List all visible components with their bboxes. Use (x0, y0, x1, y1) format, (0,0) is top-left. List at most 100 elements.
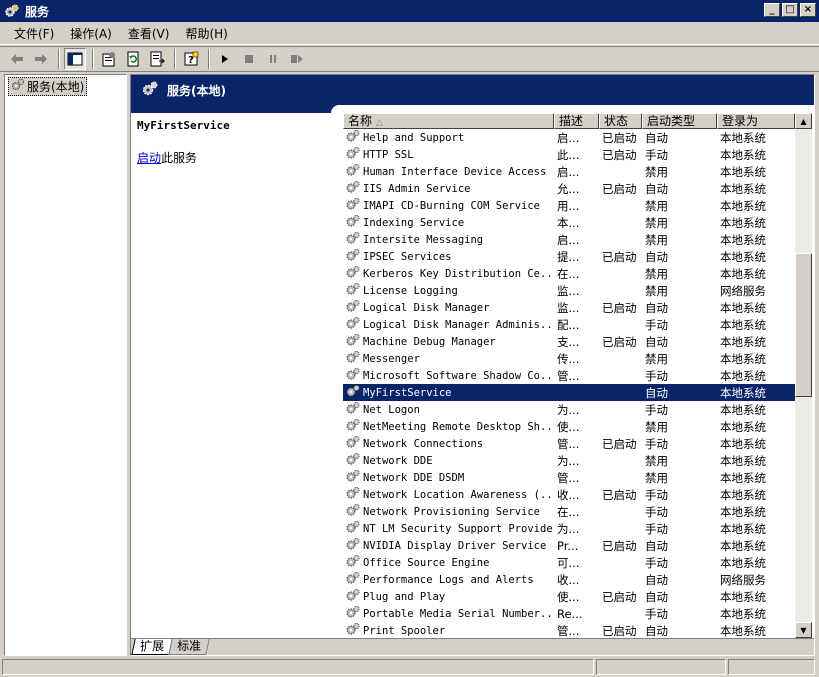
service-description: 监... (557, 300, 580, 315)
table-row[interactable]: Network Connections 管... 已启动 手动 本地系统 (343, 435, 795, 452)
service-logon-as: 本地系统 (720, 300, 766, 315)
tab-standard[interactable]: 标准 (168, 639, 210, 655)
service-description: 管... (557, 623, 580, 638)
table-row[interactable]: Net Logon 为... 手动 本地系统 (343, 401, 795, 418)
service-description: 可... (557, 555, 580, 570)
table-row[interactable]: Human Interface Device Access 启... 禁用 本地系统 (343, 163, 795, 180)
service-status: 已启动 (602, 181, 637, 196)
table-row[interactable]: Print Spooler 管... 已启动 自动 本地系统 (343, 622, 795, 638)
tree-node-services-local[interactable]: 服务(本地) (8, 77, 88, 96)
service-name: Portable Media Serial Number... (363, 607, 554, 620)
service-gear-icon (345, 197, 361, 214)
menu-help[interactable]: 帮助(H) (177, 23, 235, 44)
table-row[interactable]: License Logging 监... 禁用 网络服务 (343, 282, 795, 299)
service-name-cell: Indexing Service (343, 214, 554, 231)
service-startup-type: 自动 (645, 249, 668, 264)
table-row[interactable]: Network Location Awareness (... 收... 已启动 手动… (343, 486, 795, 503)
table-row[interactable]: IPSEC Services 提... 已启动 自动 本地系统 (343, 248, 795, 265)
column-header-startup-type[interactable]: 启动类型 (642, 113, 717, 129)
table-row[interactable]: Logical Disk Manager 监... 已启动 自动 本地系统 (343, 299, 795, 316)
table-row[interactable]: NVIDIA Display Driver Service Pr... 已启动 自动 本… (343, 537, 795, 554)
service-name-cell: IPSEC Services (343, 248, 554, 265)
table-row[interactable]: Office Source Engine 可... 手动 本地系统 (343, 554, 795, 571)
service-name: Plug and Play (363, 590, 446, 603)
service-name: Machine Debug Manager (363, 335, 496, 348)
table-row[interactable]: Portable Media Serial Number... Re... 手动 本地… (343, 605, 795, 622)
table-row[interactable]: Machine Debug Manager 支... 已启动 自动 本地系统 (343, 333, 795, 350)
table-row[interactable]: Logical Disk Manager Adminis... 配... 手动 本地系… (343, 316, 795, 333)
table-row[interactable]: IIS Admin Service 允... 已启动 自动 本地系统 (343, 180, 795, 197)
table-row[interactable]: Plug and Play 使... 已启动 自动 本地系统 (343, 588, 795, 605)
tab-extended[interactable]: 扩展 (131, 639, 173, 655)
column-header-name[interactable]: 名称 △ (343, 113, 554, 129)
service-name-cell: Logical Disk Manager (343, 299, 554, 316)
table-row[interactable]: Network DDE 为... 禁用 本地系统 (343, 452, 795, 469)
back-arrow-icon[interactable] (6, 48, 28, 70)
status-bar (0, 657, 819, 677)
service-startup-type: 自动 (645, 300, 668, 315)
properties-icon[interactable] (98, 48, 120, 70)
table-row[interactable]: Help and Support 启... 已启动 自动 本地系统 (343, 129, 795, 146)
service-logon-as: 本地系统 (720, 147, 766, 162)
table-row[interactable]: Network Provisioning Service 在... 手动 本地系统 (343, 503, 795, 520)
table-row[interactable]: Performance Logs and Alerts 收... 自动 网络服务 (343, 571, 795, 588)
banner-decoration (131, 105, 814, 113)
service-name-cell: Help and Support (343, 129, 554, 146)
table-row[interactable]: Indexing Service 本... 禁用 本地系统 (343, 214, 795, 231)
table-row[interactable]: Intersite Messaging 启... 禁用 本地系统 (343, 231, 795, 248)
show-hide-console-tree-icon[interactable] (64, 48, 86, 70)
service-description: 管... (557, 436, 580, 451)
forward-arrow-icon[interactable] (30, 48, 52, 70)
restart-service-icon[interactable] (286, 48, 308, 70)
service-logon-as: 本地系统 (720, 521, 766, 536)
minimize-button[interactable]: _ (764, 3, 780, 17)
table-row[interactable]: Microsoft Software Shadow Co... 管... 手动 本地系… (343, 367, 795, 384)
table-row[interactable]: NT LM Security Support Provider 为... 手动 本地系… (343, 520, 795, 537)
stop-service-icon[interactable] (238, 48, 260, 70)
service-name-cell: IMAPI CD-Burning COM Service (343, 197, 554, 214)
service-gear-icon (345, 265, 361, 282)
export-list-icon[interactable] (146, 48, 168, 70)
table-row[interactable]: IMAPI CD-Burning COM Service 用... 禁用 本地系统 (343, 197, 795, 214)
maximize-button[interactable]: □ (782, 3, 798, 17)
service-description: 用... (557, 198, 580, 213)
service-name-cell: Portable Media Serial Number... (343, 605, 554, 622)
start-service-icon[interactable] (214, 48, 236, 70)
table-row[interactable]: Messenger 传... 禁用 本地系统 (343, 350, 795, 367)
start-service-link[interactable]: 启动 (137, 151, 161, 165)
scroll-down-icon[interactable]: ▼ (795, 622, 812, 638)
service-name-cell: License Logging (343, 282, 554, 299)
menu-action[interactable]: 操作(A) (62, 23, 120, 44)
close-button[interactable]: × (800, 3, 816, 17)
service-logon-as: 本地系统 (720, 351, 766, 366)
column-header-status[interactable]: 状态 (599, 113, 642, 129)
pane-banner-title: 服务(本地) (167, 83, 226, 98)
pause-service-icon[interactable] (262, 48, 284, 70)
service-description: 支... (557, 334, 580, 349)
service-gear-icon (345, 571, 361, 588)
scroll-up-icon[interactable]: ▲ (795, 113, 812, 129)
scrollbar-thumb[interactable] (795, 253, 812, 397)
service-name: NVIDIA Display Driver Service (363, 539, 547, 552)
column-header-logon-as[interactable]: 登录为 (717, 113, 795, 129)
service-gear-icon (345, 452, 361, 469)
menu-view[interactable]: 查看(V) (120, 23, 178, 44)
service-description: 管... (557, 368, 580, 383)
table-row[interactable]: HTTP SSL 此... 已启动 手动 本地系统 (343, 146, 795, 163)
service-startup-type: 自动 (645, 334, 668, 349)
refresh-icon[interactable] (122, 48, 144, 70)
help-icon[interactable]: ? (180, 48, 202, 70)
console-tree: 服务(本地) (4, 74, 127, 656)
column-header-description[interactable]: 描述 (554, 113, 599, 129)
service-status: 已启动 (602, 147, 637, 162)
service-gear-icon (345, 333, 361, 350)
table-row[interactable]: Network DDE DSDM 管... 禁用 本地系统 (343, 469, 795, 486)
table-row[interactable]: NetMeeting Remote Desktop Sh... 使... 禁用 本地系… (343, 418, 795, 435)
selected-service-name: MyFirstService (137, 119, 230, 132)
status-panel-3 (728, 659, 815, 675)
service-description: 传... (557, 351, 580, 366)
table-row[interactable]: Kerberos Key Distribution Ce... 在... 禁用 本地系… (343, 265, 795, 282)
vertical-scrollbar[interactable]: ▲ ▼ (795, 113, 812, 638)
menu-file[interactable]: 文件(F) (6, 23, 62, 44)
table-row[interactable]: MyFirstService 自动 本地系统 (343, 384, 795, 401)
